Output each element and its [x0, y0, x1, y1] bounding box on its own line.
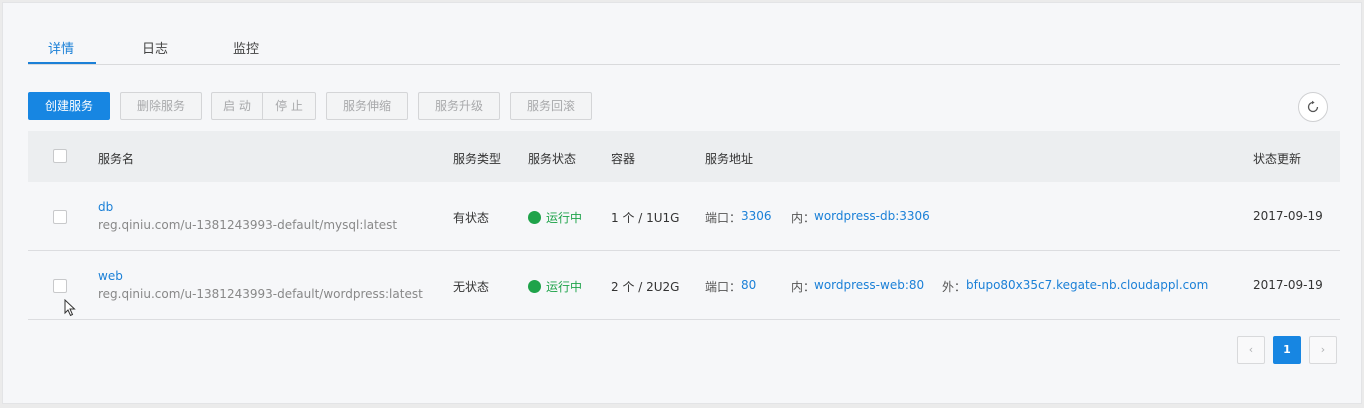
internal-label: 内：	[791, 211, 816, 225]
row-checkbox[interactable]	[53, 210, 67, 224]
header-container: 容器	[611, 152, 636, 166]
table-row: db reg.qiniu.com/u-1381243993-default/my…	[28, 182, 1340, 251]
header-updated: 状态更新	[1253, 152, 1302, 166]
upgrade-service-button[interactable]: 服务升级	[418, 92, 500, 120]
header-address: 服务地址	[705, 152, 754, 166]
service-image: reg.qiniu.com/u-1381243993-default/wordp…	[98, 287, 423, 301]
mouse-cursor-icon	[64, 299, 76, 317]
status-dot-icon	[528, 280, 541, 293]
service-image: reg.qiniu.com/u-1381243993-default/mysql…	[98, 218, 398, 232]
port-link[interactable]: 80	[741, 278, 756, 292]
table-row: web reg.qiniu.com/u-1381243993-default/w…	[28, 251, 1340, 320]
services-panel: 详情 日志 监控 创建服务 删除服务 启 动 停 止 服务伸缩 服务升级 服务回…	[2, 2, 1362, 404]
status-text: 运行中	[546, 211, 583, 225]
service-name-link[interactable]: web	[98, 269, 123, 283]
select-all-checkbox[interactable]	[53, 149, 67, 163]
status-dot-icon	[528, 211, 541, 224]
tab-logs[interactable]: 日志	[142, 38, 168, 57]
internal-label: 内：	[791, 280, 816, 294]
updated-date: 2017-09-19	[1253, 209, 1323, 223]
table-header: 服务名 服务类型 服务状态 容器 服务地址 状态更新	[28, 131, 1340, 182]
stop-service-button[interactable]: 停 止	[262, 92, 316, 120]
service-name-link[interactable]: db	[98, 200, 113, 214]
service-type: 无状态	[453, 280, 490, 294]
port-label: 端口：	[705, 280, 742, 294]
create-service-button[interactable]: 创建服务	[28, 92, 110, 120]
tab-monitoring[interactable]: 监控	[233, 38, 259, 57]
port-label: 端口：	[705, 211, 742, 225]
header-name: 服务名	[98, 152, 135, 166]
tab-bar: 详情 日志 监控	[28, 31, 1340, 65]
start-service-button[interactable]: 启 动	[211, 92, 263, 120]
active-tab-indicator	[28, 62, 96, 64]
external-address-link[interactable]: bfupo80x35c7.kegate-nb.cloudappl.com	[966, 278, 1208, 292]
container-spec: 2 个 / 2U2G	[611, 280, 680, 294]
updated-date: 2017-09-19	[1253, 278, 1323, 292]
refresh-icon	[1307, 100, 1319, 113]
header-type: 服务类型	[453, 152, 502, 166]
status-badge: 运行中	[528, 278, 582, 295]
status-text: 运行中	[546, 280, 583, 294]
status-badge: 运行中	[528, 209, 582, 226]
container-spec: 1 个 / 1U1G	[611, 211, 680, 225]
tab-details[interactable]: 详情	[48, 38, 74, 57]
pagination-page-1[interactable]: 1	[1273, 336, 1301, 364]
internal-address-link[interactable]: wordpress-db:3306	[814, 209, 930, 223]
header-status: 服务状态	[528, 152, 577, 166]
refresh-button[interactable]	[1298, 92, 1328, 122]
row-checkbox[interactable]	[53, 279, 67, 293]
rollback-service-button[interactable]: 服务回滚	[510, 92, 592, 120]
pagination-next-button[interactable]: ›	[1309, 336, 1337, 364]
pagination-prev-button[interactable]: ‹	[1237, 336, 1265, 364]
port-link[interactable]: 3306	[741, 209, 772, 223]
scale-service-button[interactable]: 服务伸缩	[326, 92, 408, 120]
external-label: 外：	[942, 280, 967, 294]
service-type: 有状态	[453, 211, 490, 225]
internal-address-link[interactable]: wordpress-web:80	[814, 278, 924, 292]
delete-service-button[interactable]: 删除服务	[120, 92, 202, 120]
